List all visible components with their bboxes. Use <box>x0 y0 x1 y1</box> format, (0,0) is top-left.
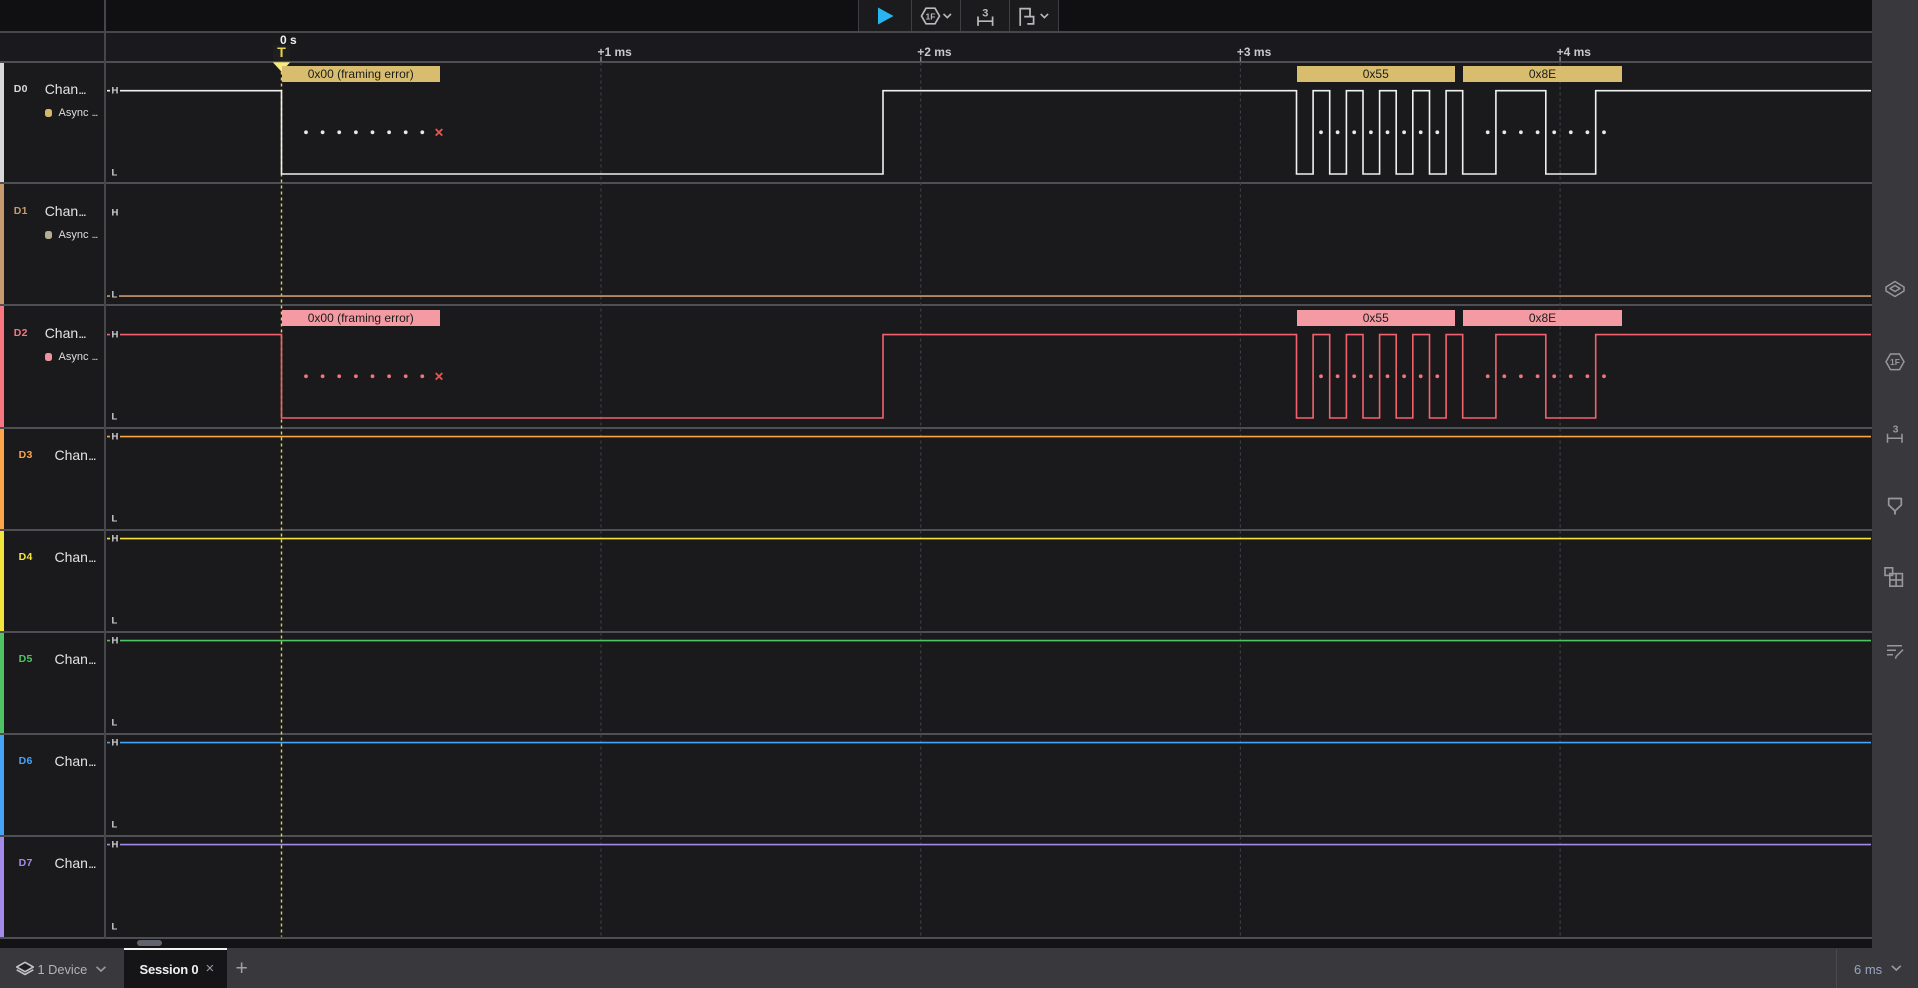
svg-text:1F: 1F <box>1890 357 1900 367</box>
svg-text:3: 3 <box>1893 424 1899 436</box>
